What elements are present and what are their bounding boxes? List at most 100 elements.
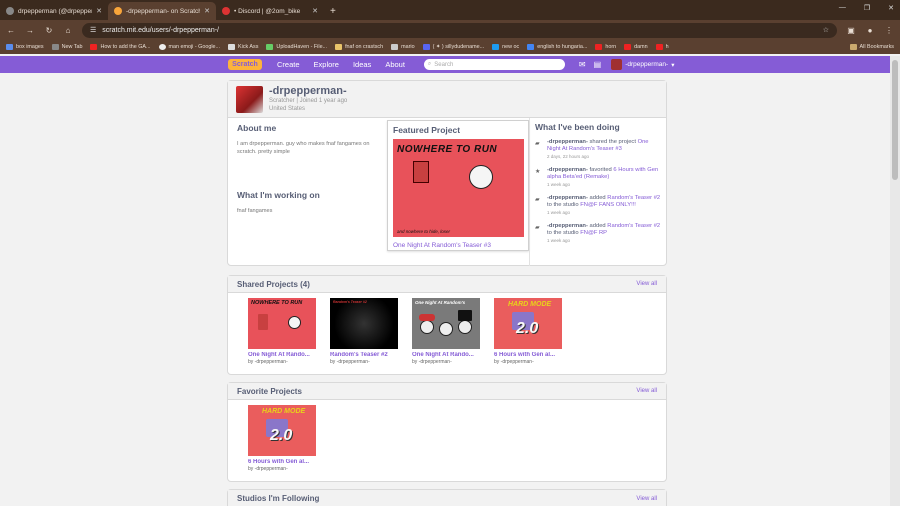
activity-studio-link[interactable]: FN@F RP	[580, 230, 607, 236]
project-author[interactable]: by -drpepperman-	[330, 359, 398, 365]
google-icon	[158, 44, 166, 50]
reload-icon[interactable]: ↻	[44, 26, 54, 35]
project-title[interactable]: One Night At Rando...	[248, 352, 316, 358]
activity-user[interactable]: -drpepperman-	[547, 139, 588, 145]
bookmark-item[interactable]: How to add the GA...	[90, 44, 151, 50]
my-stuff-folder-icon[interactable]: ▤	[594, 60, 602, 69]
bookmark-item[interactable]: box images	[6, 44, 44, 50]
nav-ideas[interactable]: Ideas	[346, 60, 378, 69]
back-arrow-icon[interactable]: ←	[6, 26, 16, 35]
project-thumbnail[interactable]: One Night At Random's	[412, 298, 480, 349]
bookmark-item[interactable]: Kick Ass	[228, 44, 258, 50]
activity-user[interactable]: -drpepperman-	[547, 167, 588, 173]
site-info-icon[interactable]: ☰	[90, 26, 96, 34]
bookmark-item[interactable]: mario	[391, 44, 415, 50]
bookmark-label: h	[665, 44, 669, 50]
nav-create[interactable]: Create	[270, 60, 307, 69]
account-menu[interactable]: -drpepperman- ▾	[611, 59, 674, 70]
tab-close-icon[interactable]: ✕	[312, 7, 318, 15]
activity-item: ▰ -drpepperman- added Random's Teaser #2…	[535, 223, 661, 244]
project-title[interactable]: One Night At Rando...	[412, 352, 480, 358]
scrollbar-thumb[interactable]	[892, 60, 898, 180]
project-author[interactable]: by -drpepperman-	[248, 359, 316, 365]
browser-tab[interactable]: • Discord | @2om_bike ✕	[216, 2, 324, 20]
favorite-projects-header: Favorite Projects View all	[228, 383, 666, 400]
forward-arrow-icon[interactable]: →	[25, 26, 35, 35]
window-controls: — ❐ ✕	[839, 4, 894, 12]
project-card[interactable]: One Night At Random's One Night At Rando…	[412, 298, 480, 365]
featured-thumbnail[interactable]: NOWHERE TO RUN and nowhere to hide, lose…	[393, 139, 524, 237]
thumbnail-big-text: 2.0	[516, 320, 539, 337]
project-card[interactable]: Random's Teaser #2 Random's Teaser #2 by…	[330, 298, 398, 365]
bookmark-item[interactable]: man emoji - Google...	[158, 44, 220, 50]
browser-tab-active[interactable]: -drpepperman- on Scratch ✕	[108, 2, 216, 20]
tab-close-icon[interactable]: ✕	[96, 7, 102, 15]
bookmarks-bar: box images New Tab How to add the GA... …	[0, 40, 900, 54]
bookmark-label: fnaf on crastsch	[345, 44, 384, 50]
page-scrollbar[interactable]	[890, 56, 900, 506]
nav-about[interactable]: About	[378, 60, 412, 69]
all-bookmarks[interactable]: All Bookmarks	[849, 44, 894, 50]
bookmark-label: UploadHaven - File...	[276, 44, 328, 50]
project-title[interactable]: 6 Hours with Gen al...	[494, 352, 562, 358]
profile-country: United States	[269, 106, 306, 112]
shared-view-all-link[interactable]: View all	[636, 281, 657, 287]
thumbnail-caption: One Night At Random's	[415, 300, 466, 305]
thumbnail-hat	[419, 314, 435, 321]
address-bar[interactable]: ☰ scratch.mit.edu/users/-drpepperman-/ ☆	[82, 22, 837, 38]
activity-studio-link[interactable]: FN@F FANS ONLY!!!	[580, 202, 636, 208]
tab-favicon-icon	[6, 7, 14, 15]
bookmark-item[interactable]: damn	[624, 44, 648, 50]
home-icon[interactable]: ⌂	[63, 26, 73, 35]
bookmark-item[interactable]: new oc	[492, 44, 519, 50]
activity-verb: shared the project	[589, 139, 636, 145]
activity-user[interactable]: -drpepperman-	[547, 223, 588, 229]
project-card[interactable]: NOWHERE TO RUN One Night At Rando... by …	[248, 298, 316, 365]
tab-close-icon[interactable]: ✕	[204, 7, 210, 15]
project-card[interactable]: HARD MODE 2.0 6 Hours with Gen al... by …	[248, 405, 316, 472]
search-icon: ⌕	[427, 61, 432, 67]
extensions-icon[interactable]: ▣	[846, 26, 856, 35]
activity-target[interactable]: Random's Teaser #2	[607, 195, 660, 201]
close-window-icon[interactable]: ✕	[888, 4, 894, 12]
bookmark-item[interactable]: ( ✦ ) sillydudename...	[422, 44, 484, 50]
project-author[interactable]: by -drpepperman-	[248, 466, 316, 472]
project-thumbnail[interactable]: HARD MODE 2.0	[248, 405, 316, 456]
project-thumbnail[interactable]: HARD MODE 2.0	[494, 298, 562, 349]
activity-user[interactable]: -drpepperman-	[547, 195, 588, 201]
new-tab-button[interactable]: +	[324, 2, 342, 20]
scratch-logo[interactable]: Scratch	[228, 59, 262, 70]
project-thumbnail[interactable]: NOWHERE TO RUN	[248, 298, 316, 349]
project-title[interactable]: Random's Teaser #2	[330, 352, 398, 358]
nav-explore[interactable]: Explore	[307, 60, 346, 69]
bookmark-item[interactable]: fnaf on crastsch	[335, 44, 383, 50]
project-author[interactable]: by -drpepperman-	[494, 359, 562, 365]
favorites-view-all-link[interactable]: View all	[636, 388, 657, 394]
bookmark-item[interactable]: h	[655, 44, 669, 50]
project-author[interactable]: by -drpepperman-	[412, 359, 480, 365]
activity-column: What I've been doing ▰ -drpepperman- sha…	[529, 118, 666, 266]
tab-title: -drpepperman- on Scratch	[126, 7, 201, 15]
project-card[interactable]: HARD MODE 2.0 6 Hours with Gen al... by …	[494, 298, 562, 365]
activity-target[interactable]: Random's Teaser #2	[607, 223, 660, 229]
bookmark-item[interactable]: horn	[595, 44, 616, 50]
featured-project-title[interactable]: One Night At Random's Teaser #3	[393, 242, 523, 249]
bookmark-star-icon[interactable]: ☆	[823, 26, 829, 34]
minimize-icon[interactable]: —	[839, 4, 846, 12]
project-thumbnail[interactable]: Random's Teaser #2	[330, 298, 398, 349]
menu-dots-icon[interactable]: ⋮	[884, 26, 894, 35]
bookmark-item[interactable]: UploadHaven - File...	[266, 44, 327, 50]
browser-tab[interactable]: drpepperman (@drpepperman ✕	[0, 2, 108, 20]
project-title[interactable]: 6 Hours with Gen al...	[248, 459, 316, 465]
maximize-icon[interactable]: ❐	[864, 4, 870, 12]
bookmark-label: How to add the GA...	[100, 44, 151, 50]
messages-icon[interactable]: ✉	[579, 60, 586, 69]
bookmark-item[interactable]: New Tab	[51, 44, 82, 50]
studios-view-all-link[interactable]: View all	[636, 496, 657, 502]
search-input[interactable]: ⌕ Search	[423, 59, 565, 70]
favorite-projects-row: HARD MODE 2.0 6 Hours with Gen al... by …	[228, 400, 666, 472]
youtube-icon	[655, 44, 663, 50]
profile-icon[interactable]: ●	[865, 26, 875, 35]
thumbnail-caption: HARD MODE	[262, 408, 306, 415]
bookmark-item[interactable]: english to hungaria...	[527, 44, 587, 50]
